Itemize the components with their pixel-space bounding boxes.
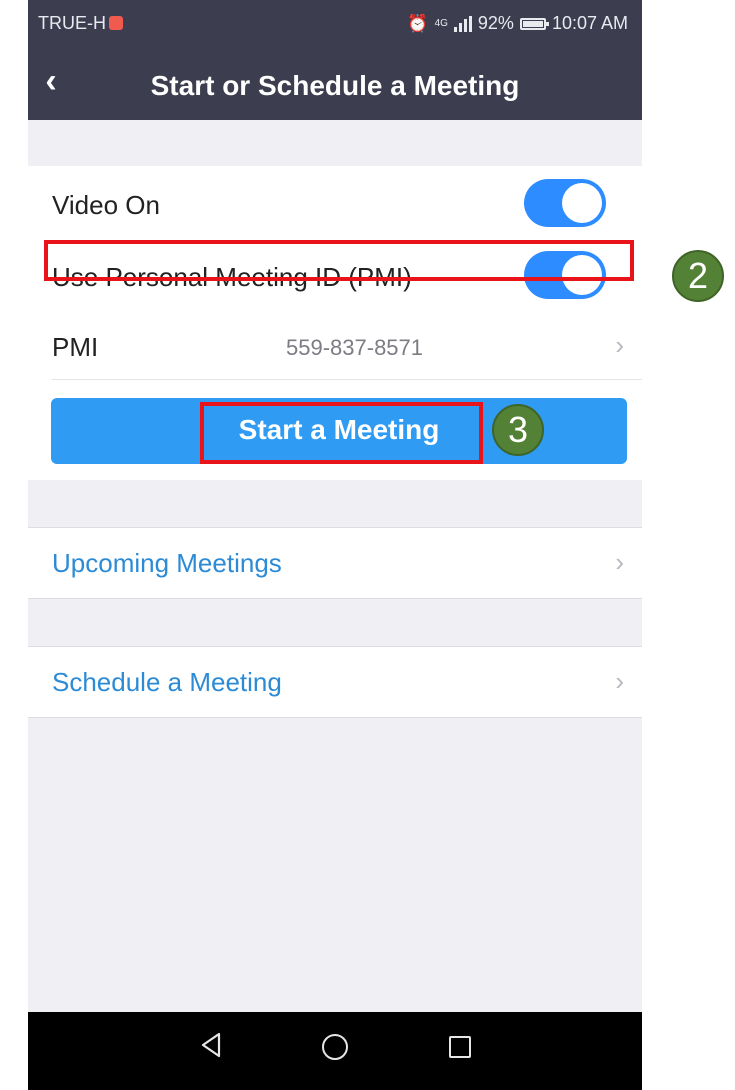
status-bar: TRUE-H ⏰ 4G 92% 10:07 AM [28, 0, 642, 50]
circle-home-icon[interactable] [322, 1034, 348, 1060]
chevron-right-icon: › [615, 666, 624, 696]
phone-screen: TRUE-H ⏰ 4G 92% 10:07 AM ‹ Start or Sche… [28, 0, 642, 1090]
upcoming-meetings-row[interactable]: Upcoming Meetings › [28, 528, 642, 598]
pmi-value: 559-837-8571 [286, 335, 424, 360]
battery-icon [519, 17, 549, 30]
video-on-toggle[interactable] [524, 179, 606, 227]
chevron-right-icon: › [615, 547, 624, 577]
signal-icon [453, 15, 472, 32]
network-type: 4G [434, 18, 448, 29]
section-border [28, 717, 642, 718]
square-recent-icon[interactable] [449, 1036, 471, 1058]
schedule-meeting-row[interactable]: Schedule a Meeting › [28, 647, 642, 717]
pmi-highlight-box [44, 240, 634, 281]
section-border [28, 598, 642, 599]
android-nav-bar [28, 1012, 642, 1090]
upcoming-meetings-link[interactable]: Upcoming Meetings [52, 548, 282, 579]
video-on-label: Video On [52, 190, 160, 220]
battery-percent: 92% [477, 13, 514, 33]
notification-icon [109, 16, 123, 30]
step-badge-2: 2 [672, 250, 724, 302]
start-highlight-box [200, 402, 483, 464]
alarm-icon: ⏰ [407, 13, 429, 33]
carrier-text: TRUE-H [38, 13, 106, 33]
toggle-knob [562, 183, 602, 223]
carrier-name: TRUE-H [38, 13, 123, 34]
divider [52, 379, 642, 380]
page-title: Start or Schedule a Meeting [150, 70, 520, 101]
step-badge-3: 3 [492, 404, 544, 456]
schedule-meeting-link[interactable]: Schedule a Meeting [52, 667, 282, 698]
clock: 10:07 AM [551, 13, 628, 33]
video-on-row: Video On [28, 168, 642, 240]
chevron-right-icon: › [615, 330, 624, 360]
triangle-back-icon[interactable] [200, 1032, 222, 1058]
pmi-row[interactable]: PMI 559-837-8571 › [28, 310, 642, 382]
app-header: TRUE-H ⏰ 4G 92% 10:07 AM ‹ Start or Sche… [28, 0, 642, 120]
status-indicators: ⏰ 4G 92% 10:07 AM [407, 13, 628, 34]
pmi-label: PMI [52, 332, 99, 362]
